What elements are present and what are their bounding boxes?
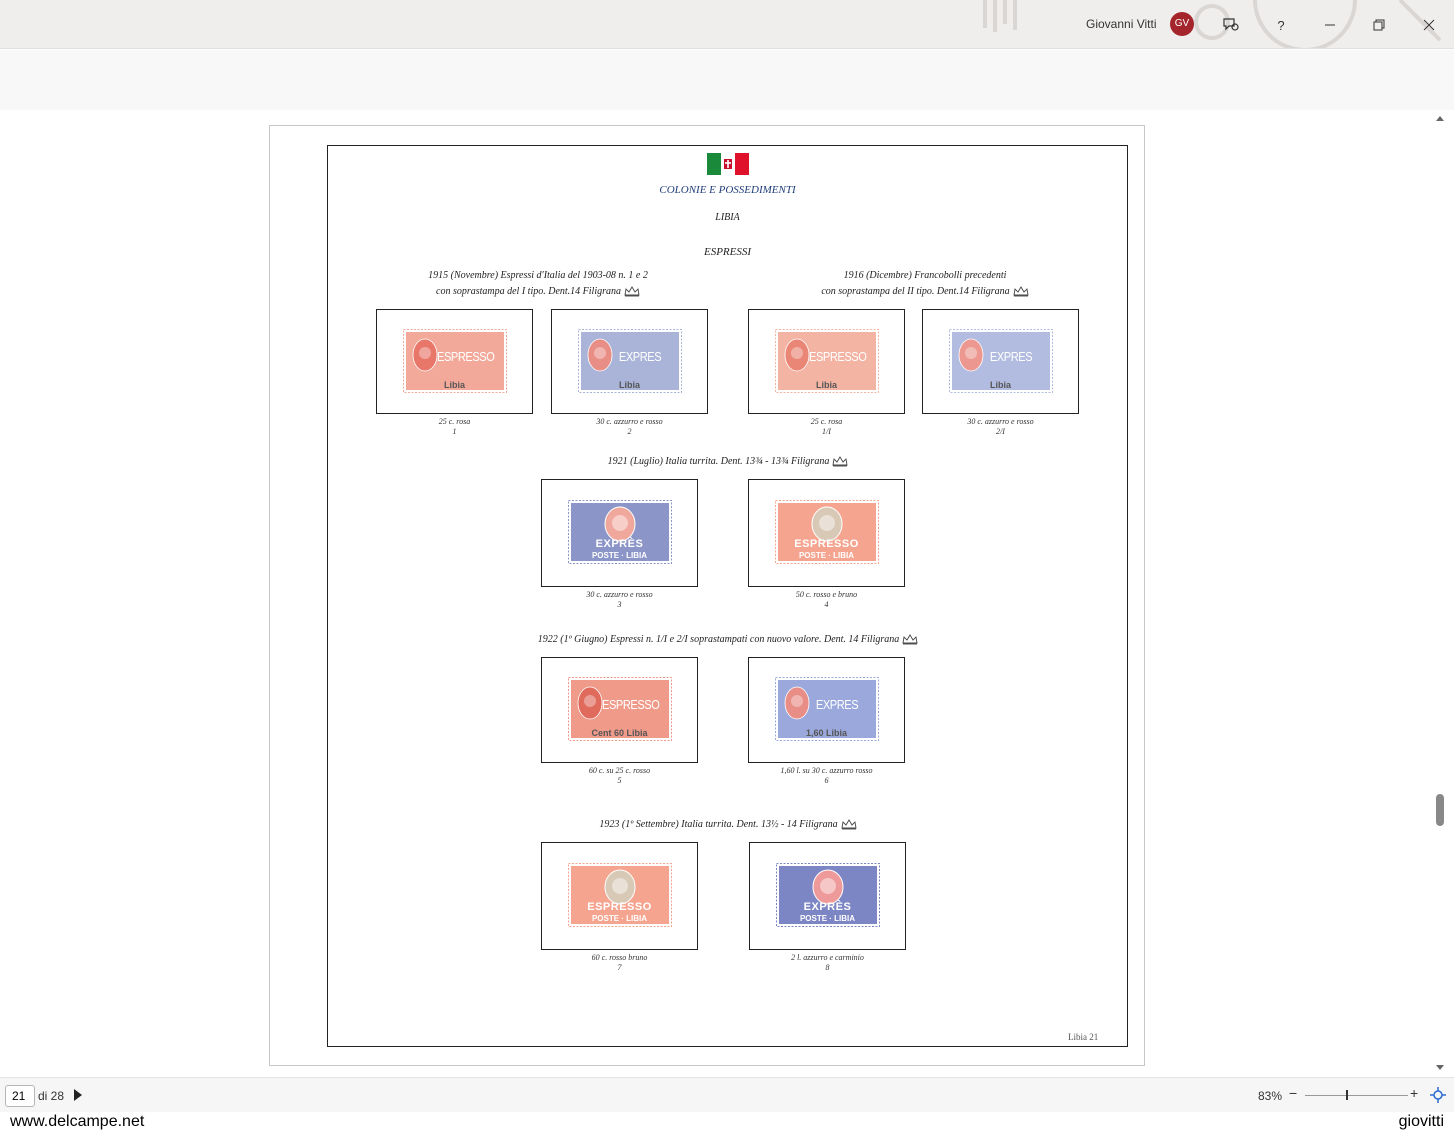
stamp-caption: 30 c. azzurro e rosso xyxy=(586,590,653,599)
stamp-mount: ESPRESSO Libia xyxy=(376,309,533,414)
group-heading-line: 1922 (1º Giugno) Espressi n. 1/I e 2/I s… xyxy=(428,634,1028,645)
stamp-overprint: POSTE · LIBIA xyxy=(798,551,855,560)
user-avatar[interactable]: GV xyxy=(1170,12,1194,36)
stamp-mount: EXPRES Libia xyxy=(551,309,708,414)
stamp-overprint: 1,60 Libia xyxy=(805,728,848,738)
stamp-mount: EXPRES Libia xyxy=(922,309,1079,414)
stamp-face-text: EXPRES xyxy=(618,348,661,364)
stamp-overprint: Libia xyxy=(989,379,1011,390)
scroll-down-icon[interactable] xyxy=(1435,1064,1445,1072)
zoom-slider[interactable] xyxy=(1305,1095,1408,1096)
stamp-catalog-number: 6 xyxy=(824,776,829,785)
crown-watermark-icon xyxy=(838,819,857,830)
stamp-overprint: Libia xyxy=(618,379,640,390)
stamp-catalog-number: 3 xyxy=(617,600,622,609)
stamp-face-text: EXPRES xyxy=(989,348,1032,364)
stamp-catalog-number: 2/I xyxy=(996,427,1005,436)
crown-watermark-icon xyxy=(899,634,918,645)
crown-watermark-icon xyxy=(1010,286,1029,297)
stamp-face-text: ESPRESSO xyxy=(587,901,652,913)
toolbar xyxy=(0,50,1454,110)
crown-watermark-icon xyxy=(829,456,848,467)
stamp-face-text: EXPRÈS xyxy=(803,901,852,913)
stamp-mount: ESPRESSO POSTE · LIBIA xyxy=(748,479,905,587)
status-bar: di 28 83% − + xyxy=(0,1077,1454,1112)
zoom-slider-thumb[interactable] xyxy=(1346,1090,1349,1100)
watermark-right: giovitti xyxy=(1398,1113,1444,1130)
stamp-face-text: ESPRESSO xyxy=(808,348,867,364)
stamp-caption: 60 c. su 25 c. rosso xyxy=(588,766,651,775)
pdf-page: COLONIE E POSSEDIMENTI LIBIA ESPRESSI co… xyxy=(269,125,1145,1066)
stamp-mount: ESPRESSO Libia xyxy=(748,309,905,414)
close-icon[interactable] xyxy=(1416,12,1442,38)
stamp-catalog-number: 7 xyxy=(617,963,622,972)
page-footer: Libia 21 xyxy=(1068,1032,1099,1042)
feedback-icon[interactable] xyxy=(1218,12,1244,38)
stamp-caption: 30 c. azzurro e rosso xyxy=(967,417,1034,426)
stamp-caption: 1,60 l. su 30 c. azzurro rosso xyxy=(780,766,873,775)
zoom-out-button[interactable]: − xyxy=(1289,1085,1297,1101)
zoom-in-button[interactable]: + xyxy=(1410,1085,1418,1101)
stamp-overprint: POSTE · LIBIA xyxy=(591,914,648,923)
stamp-face-text: ESPRESSO xyxy=(794,538,859,550)
album-page-frame: COLONIE E POSSEDIMENTI LIBIA ESPRESSI co… xyxy=(327,145,1128,1047)
stamp-mount: EXPRÈS POSTE · LIBIA xyxy=(749,842,906,950)
group-heading-line: con soprastampa del II tipo. Dent.14 Fil… xyxy=(625,286,1225,297)
stamp-mount: EXPRES 1,60 Libia xyxy=(748,657,905,763)
fit-page-icon[interactable] xyxy=(1430,1087,1446,1103)
stamp-overprint: POSTE · LIBIA xyxy=(591,551,648,560)
pdf-viewer-window: Giovanni Vitti GV ? COLONIE E POSSEDIMEN… xyxy=(0,0,1454,1131)
watermark-strip: www.delcampe.net giovitti xyxy=(0,1112,1454,1131)
title-bar: Giovanni Vitti GV ? xyxy=(0,0,1454,49)
category-heading: COLONIE E POSSEDIMENTI xyxy=(659,184,796,196)
stamp-face-text: ESPRESSO xyxy=(436,348,495,364)
stamp-catalog-number: 4 xyxy=(824,600,829,609)
country-heading: LIBIA xyxy=(715,212,740,223)
next-page-icon[interactable] xyxy=(73,1087,83,1103)
page-number-input[interactable] xyxy=(5,1085,35,1107)
vertical-scrollbar[interactable] xyxy=(1430,110,1450,1077)
user-name[interactable]: Giovanni Vitti xyxy=(1086,17,1156,31)
scrollbar-thumb[interactable] xyxy=(1436,794,1444,826)
stamp-overprint: POSTE · LIBIA xyxy=(799,914,856,923)
group-heading-line: 1916 (Dicembre) Francobolli precedenti xyxy=(843,270,1007,281)
stamp-caption: 60 c. rosso bruno xyxy=(591,953,648,962)
group-heading-line: 1921 (Luglio) Italia turrita. Dent. 13¾ … xyxy=(428,456,1028,467)
stamp-overprint: Libia xyxy=(815,379,837,390)
restore-icon[interactable] xyxy=(1366,12,1392,38)
stamp-mount: ESPRESSO Cent 60 Libia xyxy=(541,657,698,763)
stamp-face-text: EXPRES xyxy=(815,697,858,712)
stamp-overprint: Libia xyxy=(443,379,465,390)
zoom-level: 83% xyxy=(1258,1089,1283,1103)
stamp-face-text: ESPRESSO xyxy=(601,697,660,712)
minimize-icon[interactable] xyxy=(1317,12,1343,38)
section-heading: ESPRESSI xyxy=(703,246,752,258)
document-viewer[interactable]: COLONIE E POSSEDIMENTI LIBIA ESPRESSI co… xyxy=(0,110,1454,1077)
stamp-mount: EXPRÈS POSTE · LIBIA xyxy=(541,479,698,587)
group-heading-line: 1923 (1º Settembre) Italia turrita. Dent… xyxy=(428,819,1028,830)
stamp-caption: 2 l. azzurro e carminio xyxy=(791,953,864,962)
stamp-catalog-number: 8 xyxy=(825,963,830,972)
page-total-label: di 28 xyxy=(38,1089,65,1103)
help-icon[interactable]: ? xyxy=(1268,12,1294,38)
stamp-face-text: EXPRÈS xyxy=(595,538,644,550)
scroll-up-icon[interactable] xyxy=(1435,114,1445,122)
stamp-caption: 50 c. rosso e bruno xyxy=(795,590,858,599)
italian-flag-icon xyxy=(707,153,749,175)
stamp-mount: ESPRESSO POSTE · LIBIA xyxy=(541,842,698,950)
stamp-overprint: Cent 60 Libia xyxy=(591,728,648,738)
watermark-left: www.delcampe.net xyxy=(10,1113,145,1130)
stamp-catalog-number: 5 xyxy=(617,776,622,785)
